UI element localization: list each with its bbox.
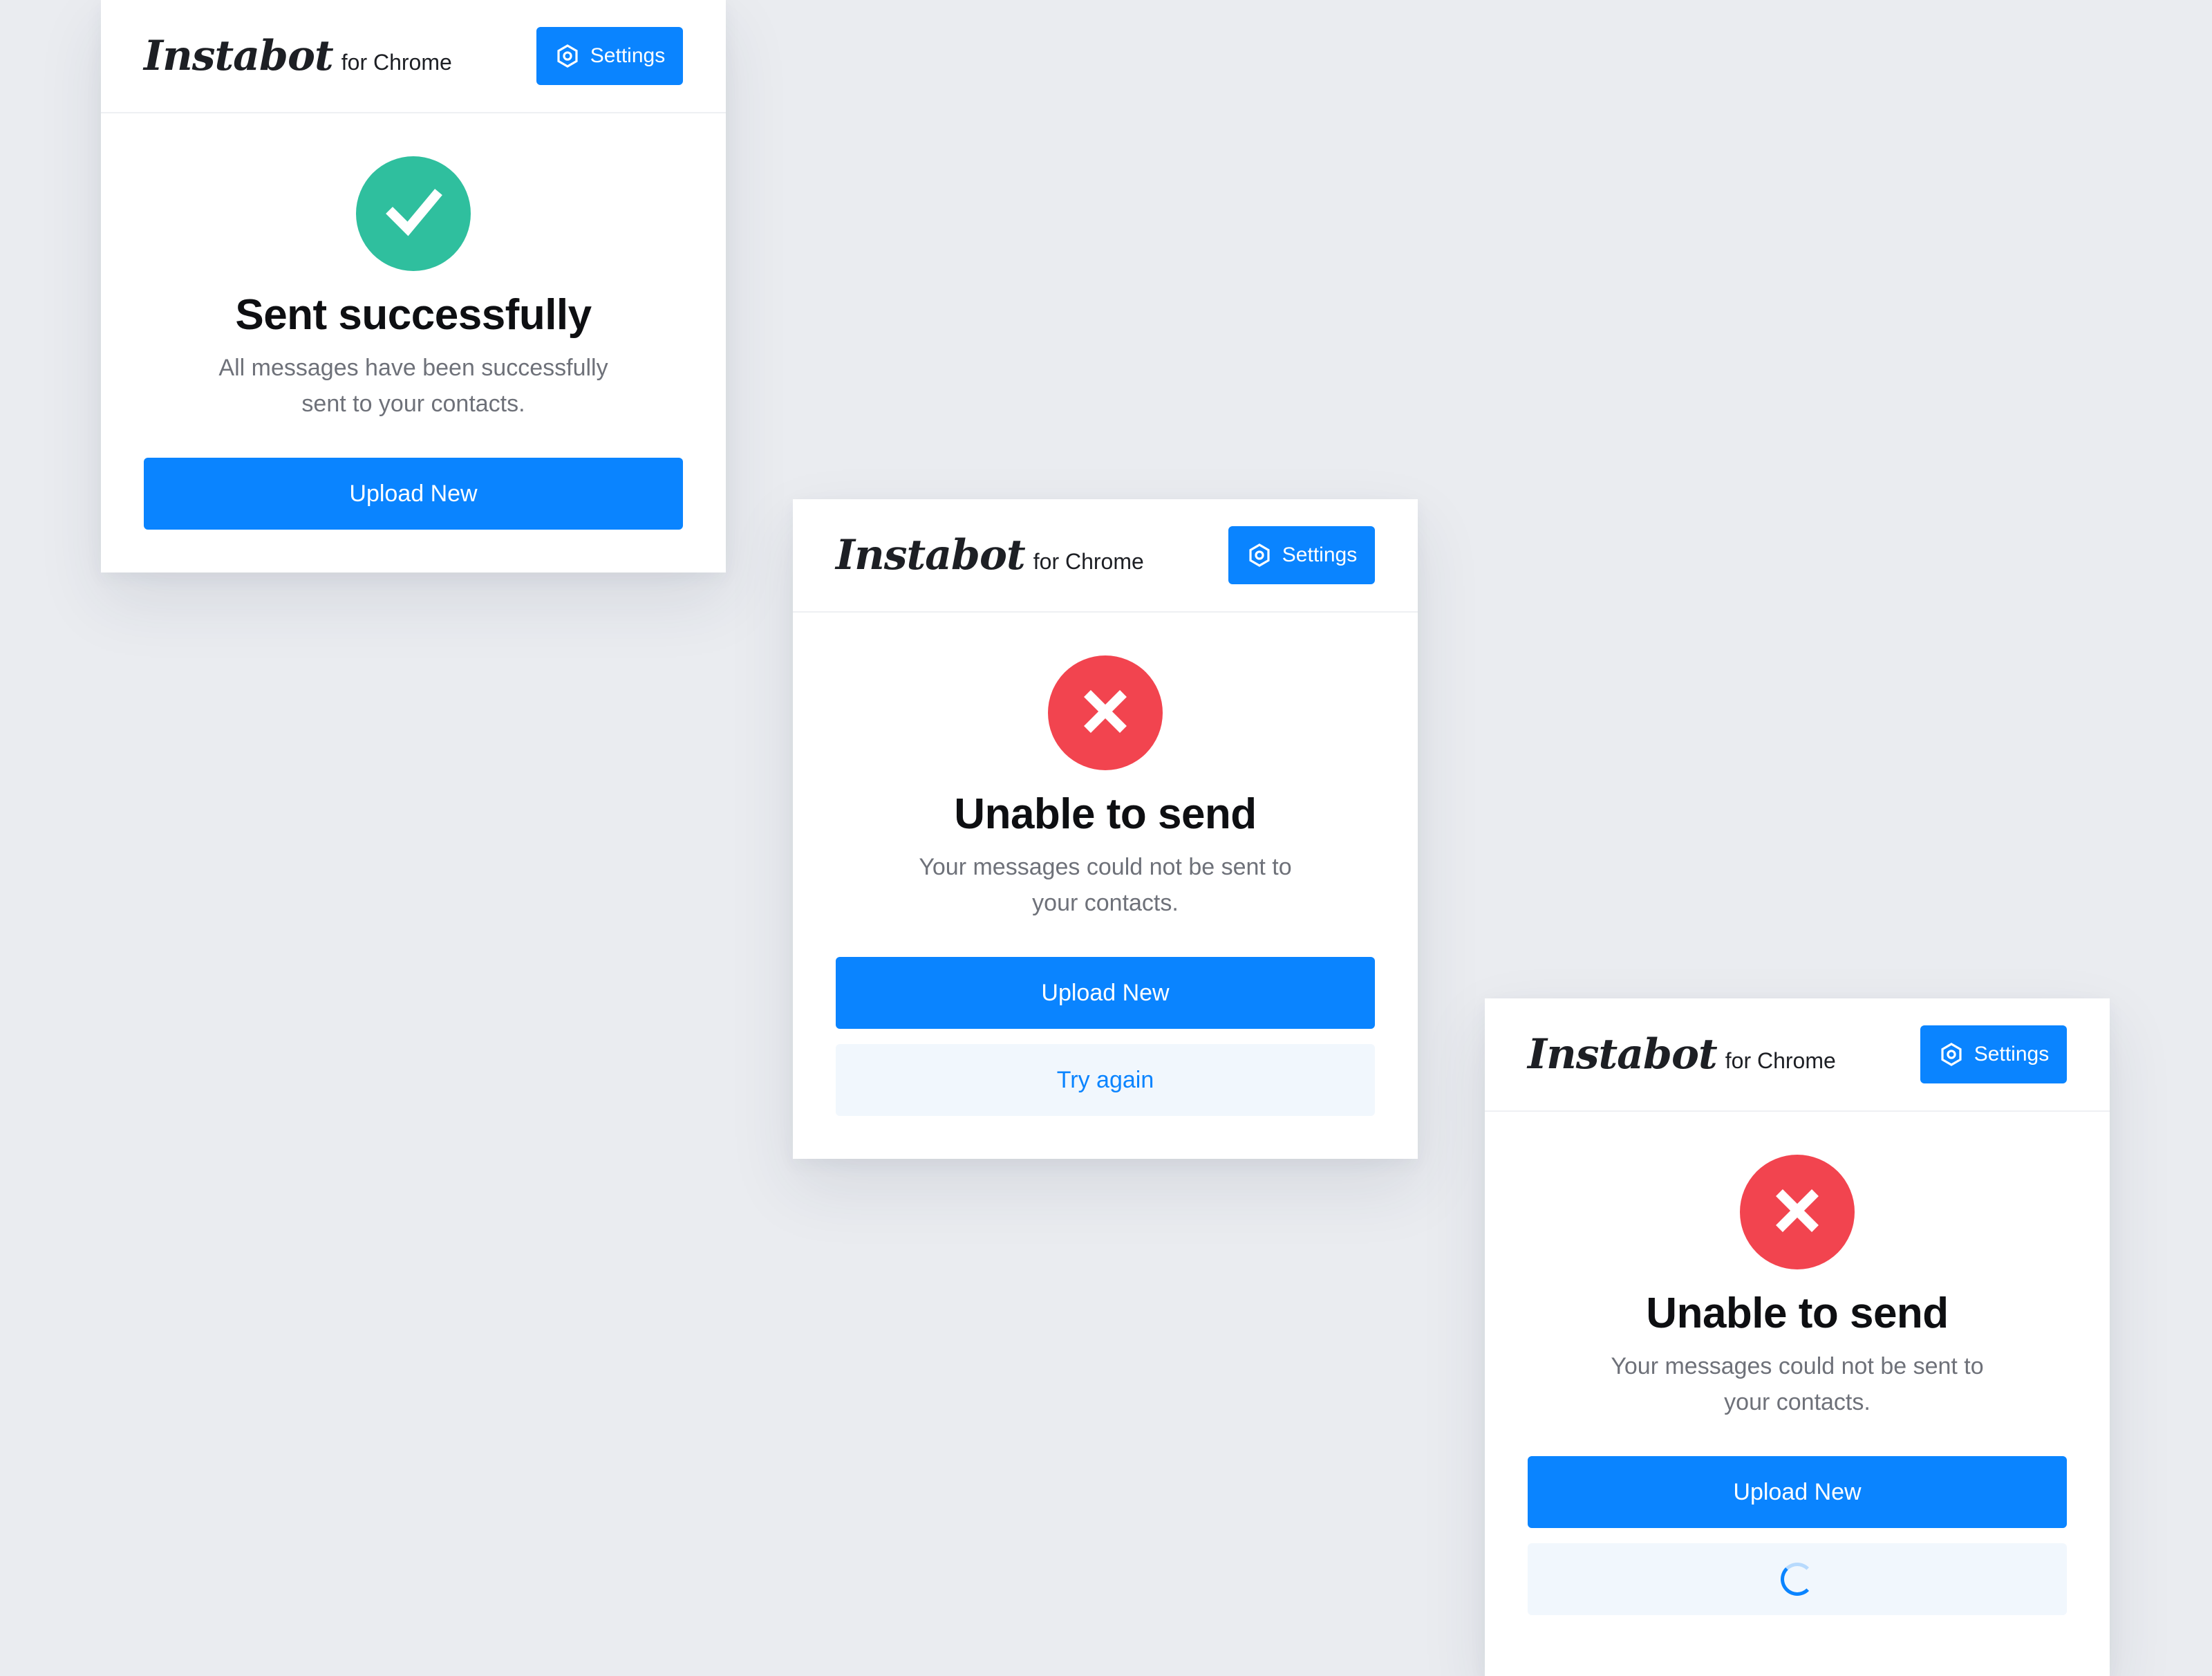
brand: Instabot for Chrome <box>144 32 452 80</box>
status-title: Unable to send <box>1646 1289 1949 1337</box>
card-body: Unable to send Your messages could not b… <box>793 613 1418 1159</box>
settings-label: Settings <box>1282 543 1358 566</box>
instabot-logo: Instabot <box>836 531 1026 579</box>
settings-gear-icon <box>1938 1041 1965 1068</box>
status-description: Your messages could not be sent to your … <box>919 854 1292 917</box>
settings-gear-icon <box>1246 542 1273 568</box>
brand: Instabot for Chrome <box>1528 1030 1836 1079</box>
x-mark-icon <box>1078 684 1133 743</box>
brand-subtitle: for Chrome <box>1725 1048 1836 1073</box>
card-body: Sent successfully All messages have been… <box>101 113 726 572</box>
error-card: Instabot for Chrome Settings Unable to s… <box>793 499 1418 1160</box>
status-description: Your messages could not be sent to your … <box>1611 1353 1984 1416</box>
status-title: Sent successfully <box>235 291 592 339</box>
upload-new-button[interactable]: Upload New <box>1528 1456 2067 1529</box>
status-title: Unable to send <box>954 790 1257 838</box>
settings-button[interactable]: Settings <box>1228 526 1375 584</box>
card-header: Instabot for Chrome Settings <box>101 0 726 113</box>
settings-label: Settings <box>1974 1043 2050 1065</box>
card-header: Instabot for Chrome Settings <box>1485 998 2110 1112</box>
settings-label: Settings <box>590 44 666 67</box>
brand-subtitle: for Chrome <box>1033 549 1144 574</box>
status-description: All messages have been successfully sent… <box>218 355 608 418</box>
settings-button[interactable]: Settings <box>1920 1025 2067 1083</box>
success-card: Instabot for Chrome Settings Sent succes… <box>101 0 726 573</box>
retry-loading-button[interactable] <box>1528 1543 2067 1616</box>
error-status-icon <box>1048 655 1163 770</box>
success-status-icon <box>356 156 471 271</box>
upload-new-button[interactable]: Upload New <box>836 957 1375 1030</box>
card-header: Instabot for Chrome Settings <box>793 499 1418 613</box>
brand: Instabot for Chrome <box>836 531 1144 579</box>
upload-new-button[interactable]: Upload New <box>144 458 683 530</box>
instabot-logo: Instabot <box>144 32 334 80</box>
checkmark-icon <box>380 179 447 249</box>
error-card-loading: Instabot for Chrome Settings Unable to s… <box>1485 998 2110 1676</box>
instabot-logo: Instabot <box>1528 1030 1718 1079</box>
try-again-button[interactable]: Try again <box>836 1044 1375 1117</box>
card-body: Unable to send Your messages could not b… <box>1485 1112 2110 1658</box>
loading-spinner-icon <box>1781 1563 1814 1596</box>
x-mark-icon <box>1770 1183 1825 1242</box>
settings-gear-icon <box>554 43 581 69</box>
settings-button[interactable]: Settings <box>536 27 683 85</box>
error-status-icon <box>1740 1155 1855 1269</box>
brand-subtitle: for Chrome <box>341 50 452 75</box>
